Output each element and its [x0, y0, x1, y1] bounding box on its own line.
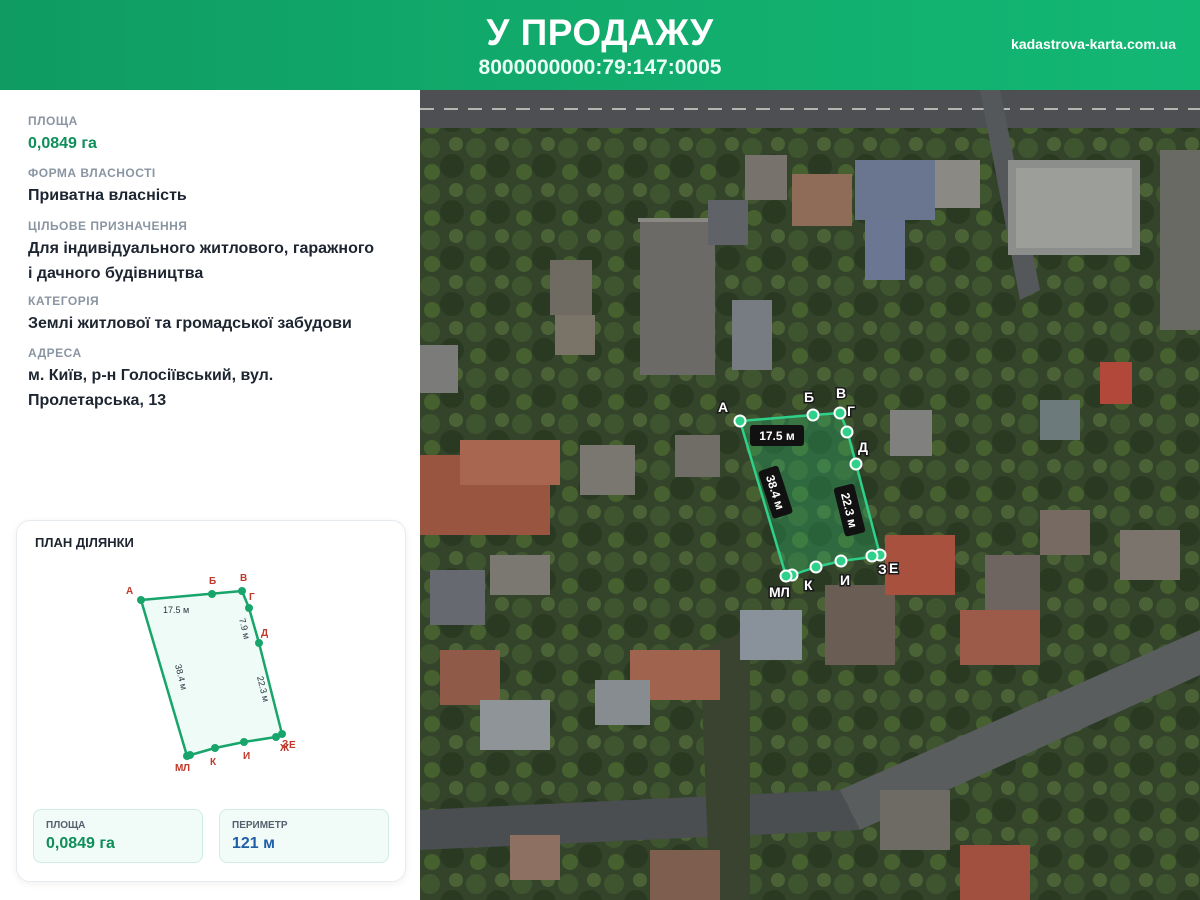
satellite-map-canvas: А Б В Г Д Е З И К Л М 17.5 м 38.4 м 22.3… — [420, 90, 1200, 900]
vertex-dot-m — [183, 752, 191, 760]
vertex-dot-a — [137, 596, 145, 604]
map-vertex-g — [840, 425, 854, 439]
map-label-v: В — [836, 385, 846, 401]
area-field: ПЛОЩА 0,0849 га — [28, 114, 408, 156]
purpose-value: Для індивідуального житлового, гаражного… — [28, 236, 408, 286]
vertex-label-a: А — [126, 586, 133, 597]
map-label-i: И — [840, 572, 850, 588]
vertex-dot-i — [240, 738, 248, 746]
vertex-dot-zh — [272, 733, 280, 741]
map-label-b: Б — [804, 389, 814, 405]
plot-plan-card: ПЛАН ДІЛЯНКИ А Б В Г Д Е Ж З И К Л М 17.… — [16, 520, 406, 882]
vertex-label-v: В — [240, 573, 247, 584]
category-field: КАТЕГОРІЯ Землі житлової та громадської … — [28, 294, 408, 336]
vertex-label-l: Л — [183, 763, 190, 774]
vertex-dot-k — [211, 744, 219, 752]
vertex-label-m: М — [175, 763, 183, 774]
address-line-1: м. Київ, р-н Голосіївський, вул. — [28, 367, 274, 384]
vertex-dot-v — [238, 587, 246, 595]
address-line-2: Пролетарська, 13 — [28, 392, 167, 409]
map-vertex-d — [849, 457, 863, 471]
category-label: КАТЕГОРІЯ — [28, 294, 100, 308]
vertex-dot-g — [245, 604, 253, 612]
perimeter-stat-label: ПЕРИМЕТР — [232, 820, 288, 831]
map-vertex-a — [733, 414, 747, 428]
header-banner: У ПРОДАЖУ 8000000000:79:147:0005 kadastr… — [0, 0, 1200, 90]
cadastral-number: 8000000000:79:147:0005 — [478, 56, 722, 79]
purpose-label: ЦІЛЬОВЕ ПРИЗНАЧЕННЯ — [28, 219, 188, 233]
plot-polygon — [139, 589, 284, 758]
satellite-map[interactable]: А Б В Г Д Е З И К Л М 17.5 м 38.4 м 22.3… — [420, 90, 1200, 900]
plot-plan-diagram: А Б В Г Д Е Ж З И К Л М 17.5 м 7.9 м 22.… — [126, 573, 296, 774]
perimeter-stat-card: ПЕРИМЕТР 121 м — [219, 809, 389, 863]
edge-label-top: 17.5 м — [163, 605, 189, 615]
area-label: ПЛОЩА — [28, 114, 78, 128]
map-label-g: Г — [847, 403, 855, 419]
area-value: 0,0849 га — [28, 135, 97, 152]
map-vertex-b — [806, 408, 820, 422]
ownership-label: ФОРМА ВЛАСНОСТІ — [28, 166, 156, 180]
vertex-dot-d — [255, 639, 263, 647]
vertex-label-b: Б — [209, 576, 216, 587]
address-label: АДРЕСА — [28, 346, 82, 360]
map-label-k: К — [804, 577, 813, 593]
map-vertex-m — [779, 569, 793, 583]
site-name[interactable]: kadastrova-karta.com.ua — [1011, 36, 1176, 52]
map-label-d: Д — [858, 439, 868, 455]
purpose-line-1: Для індивідуального житлового, гаражного — [28, 240, 375, 257]
svg-text:17.5 м: 17.5 м — [759, 429, 795, 443]
vertex-dot-b — [208, 590, 216, 598]
map-label-z: З — [878, 561, 887, 577]
vertex-label-g: Г — [249, 592, 255, 603]
vertex-label-k: К — [210, 757, 217, 768]
address-value: м. Київ, р-н Голосіївський, вул. Пролета… — [28, 363, 408, 413]
map-label-m: М — [769, 584, 781, 600]
area-stat-label: ПЛОЩА — [46, 820, 86, 831]
map-vertex-i — [834, 554, 848, 568]
info-panel: ПЛОЩА 0,0849 га ФОРМА ВЛАСНОСТІ Приватна… — [0, 90, 420, 900]
vertex-label-e: Е — [289, 740, 296, 751]
map-vertex-zh — [865, 549, 879, 563]
vertex-label-z: З — [282, 739, 288, 750]
ownership-value: Приватна власність — [28, 187, 187, 204]
map-label-l: Л — [780, 584, 790, 600]
category-value: Землі житлової та громадської забудови — [28, 315, 352, 332]
vertex-label-i: И — [243, 751, 250, 762]
map-vertex-k — [809, 560, 823, 574]
ownership-field: ФОРМА ВЛАСНОСТІ Приватна власність — [28, 166, 408, 208]
area-stat-card: ПЛОЩА 0,0849 га — [33, 809, 203, 863]
purpose-line-2: і дачного будівництва — [28, 265, 204, 282]
map-vertex-v — [833, 406, 847, 420]
perimeter-stat-value: 121 м — [232, 835, 275, 852]
area-stat-value: 0,0849 га — [46, 835, 115, 852]
address-field: АДРЕСА м. Київ, р-н Голосіївський, вул. … — [28, 346, 408, 413]
map-label-e: Е — [889, 560, 898, 576]
map-edge-top: 17.5 м — [750, 425, 804, 446]
map-label-a: А — [718, 399, 728, 415]
vertex-label-d: Д — [261, 628, 268, 639]
purpose-field: ЦІЛЬОВЕ ПРИЗНАЧЕННЯ Для індивідуального … — [28, 219, 408, 286]
